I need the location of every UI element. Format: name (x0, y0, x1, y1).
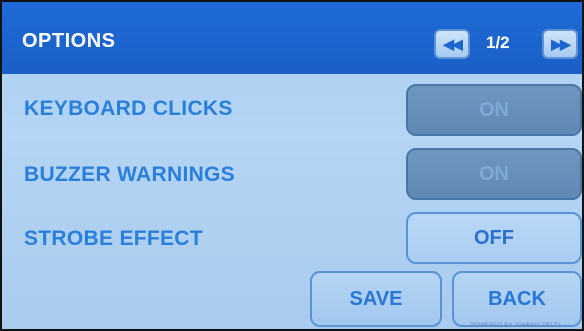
next-page-button[interactable]: ▶▶ (542, 29, 578, 59)
back-button[interactable]: BACK (452, 271, 582, 327)
page-indicator: 1/2 (486, 33, 510, 52)
header-bar: OPTIONS ◀◀ 1/2 ▶▶ (2, 2, 582, 74)
buzzer-warnings-label: BUZZER WARNINGS (24, 163, 235, 186)
page-title: OPTIONS (22, 30, 116, 52)
buzzer-warnings-toggle[interactable]: ON (406, 148, 582, 200)
keyboard-clicks-label: KEYBOARD CLICKS (24, 97, 233, 120)
strobe-effect-toggle[interactable]: OFF (406, 212, 582, 264)
footer-credit: POWERED BY JOHNNY DELTA (470, 323, 562, 329)
keyboard-clicks-toggle[interactable]: ON (406, 84, 582, 136)
options-screen: OPTIONS ◀◀ 1/2 ▶▶ KEYBOARD CLICKS ON BUZ… (0, 0, 584, 331)
previous-page-button[interactable]: ◀◀ (434, 29, 470, 59)
double-left-arrow-icon: ◀◀ (443, 35, 462, 52)
save-button[interactable]: SAVE (310, 271, 442, 327)
double-right-arrow-icon: ▶▶ (551, 35, 570, 52)
strobe-effect-label: STROBE EFFECT (24, 227, 203, 250)
